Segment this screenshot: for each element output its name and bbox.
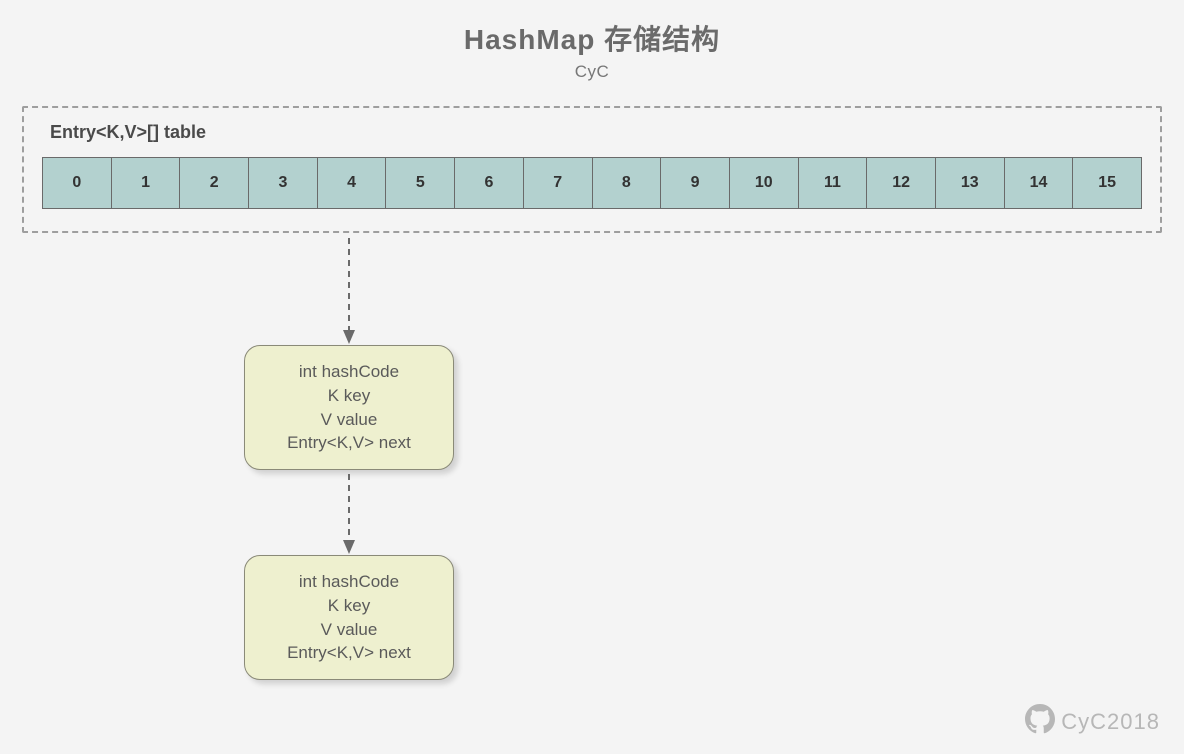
bucket-cell: 12 xyxy=(867,157,936,209)
bucket-cell: 9 xyxy=(661,157,730,209)
entry-field: K key xyxy=(255,384,443,408)
bucket-cell: 13 xyxy=(936,157,1005,209)
diagram-title: HashMap 存储结构 xyxy=(0,0,1184,58)
bucket-cell: 1 xyxy=(112,157,181,209)
bucket-cell: 8 xyxy=(593,157,662,209)
diagram-subtitle: CyC xyxy=(0,62,1184,82)
entry-field: int hashCode xyxy=(255,360,443,384)
github-icon xyxy=(1025,704,1055,740)
bucket-cell: 5 xyxy=(386,157,455,209)
table-container: Entry<K,V>[] table 0 1 2 3 4 5 6 7 8 9 1… xyxy=(22,106,1162,233)
entry-field: V value xyxy=(255,408,443,432)
bucket-cell: 7 xyxy=(524,157,593,209)
entry-field: Entry<K,V> next xyxy=(255,641,443,665)
entry-field: K key xyxy=(255,594,443,618)
table-type-label: Entry<K,V>[] table xyxy=(50,122,1142,143)
entry-node-1: int hashCode K key V value Entry<K,V> ne… xyxy=(244,345,454,470)
bucket-array: 0 1 2 3 4 5 6 7 8 9 10 11 12 13 14 15 xyxy=(42,157,1142,209)
credit: CyC2018 xyxy=(1025,704,1160,740)
credit-text: CyC2018 xyxy=(1061,709,1160,735)
bucket-cell: 14 xyxy=(1005,157,1074,209)
bucket-cell: 2 xyxy=(180,157,249,209)
bucket-cell: 10 xyxy=(730,157,799,209)
arrow-node1-to-node2 xyxy=(343,474,363,556)
entry-field: int hashCode xyxy=(255,570,443,594)
entry-field: Entry<K,V> next xyxy=(255,431,443,455)
bucket-cell: 3 xyxy=(249,157,318,209)
bucket-cell: 0 xyxy=(42,157,112,209)
bucket-cell: 6 xyxy=(455,157,524,209)
bucket-cell: 4 xyxy=(318,157,387,209)
entry-node-2: int hashCode K key V value Entry<K,V> ne… xyxy=(244,555,454,680)
bucket-cell: 11 xyxy=(799,157,868,209)
arrow-bucket-to-node1 xyxy=(343,238,363,346)
entry-field: V value xyxy=(255,618,443,642)
bucket-cell: 15 xyxy=(1073,157,1142,209)
